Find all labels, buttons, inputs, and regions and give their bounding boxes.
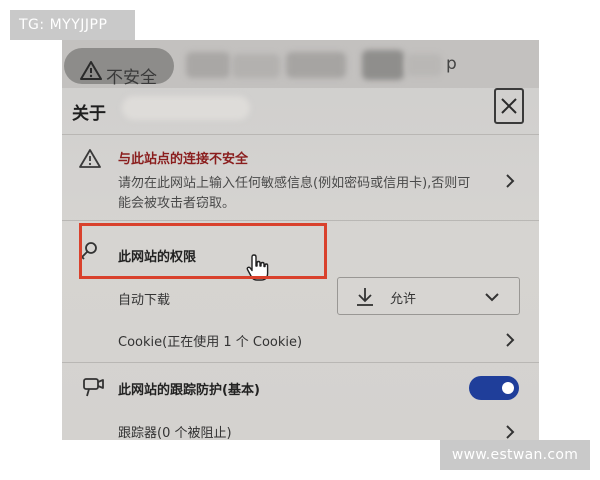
- blurred-url-part: [186, 52, 230, 78]
- cookie-usage-link[interactable]: Cookie(正在使用 1 个 Cookie): [118, 331, 302, 350]
- chevron-right-icon[interactable]: [505, 424, 515, 440]
- close-button[interactable]: [494, 88, 524, 124]
- security-status-label: 不安全: [106, 68, 157, 88]
- chevron-right-icon[interactable]: [505, 332, 515, 348]
- chevron-right-icon[interactable]: [505, 173, 515, 189]
- trackers-blocked-link[interactable]: 跟踪器(0 个被阻止): [118, 422, 232, 440]
- site-security-pill[interactable]: 不安全: [64, 48, 174, 88]
- chevron-down-icon: [485, 293, 499, 302]
- blurred-url-part: [406, 54, 442, 76]
- watermark-top: TG: MYYJJPP: [10, 10, 135, 40]
- highlight-annotation: [79, 223, 327, 279]
- connection-status-description: 请勿在此网站上输入任何敏感信息(例如密码或信用卡),否则可能会被攻击者窃取。: [118, 176, 471, 211]
- connection-status-title: 与此站点的连接不安全: [118, 152, 249, 167]
- warning-triangle-icon: [79, 149, 101, 168]
- url-tail: p: [446, 54, 457, 74]
- screenshot-photo: 不安全 p 关于 与此站点的连接不安全 请勿在此网站上输入任何敏感信息(例如密码…: [62, 40, 539, 440]
- auto-download-value: 允许: [390, 292, 417, 307]
- auto-download-select[interactable]: 允许: [337, 277, 520, 315]
- tracking-prevention-toggle[interactable]: [469, 376, 519, 400]
- watermark-bottom: www.estwan.com: [440, 440, 590, 470]
- divider: [62, 134, 539, 135]
- blurred-url-part: [286, 52, 346, 78]
- divider: [62, 362, 539, 363]
- blurred-site-name: [122, 96, 250, 120]
- toggle-knob: [502, 382, 514, 394]
- tracking-prevention-title: 此网站的跟踪防护(基本): [118, 383, 260, 398]
- page: TG: MYYJJPP www.estwan.com 不安全 p 关于 与此站点…: [0, 0, 600, 480]
- address-bar: 不安全 p: [62, 40, 539, 88]
- blurred-url-part: [232, 54, 280, 78]
- close-icon: [501, 98, 517, 114]
- divider: [62, 220, 539, 221]
- warning-triangle-icon: [80, 61, 102, 80]
- download-icon: [357, 288, 373, 306]
- tracking-prevention-icon: [83, 378, 104, 397]
- panel-title: 关于: [72, 104, 106, 124]
- blurred-url-part: [362, 50, 404, 80]
- auto-download-label: 自动下载: [118, 293, 171, 308]
